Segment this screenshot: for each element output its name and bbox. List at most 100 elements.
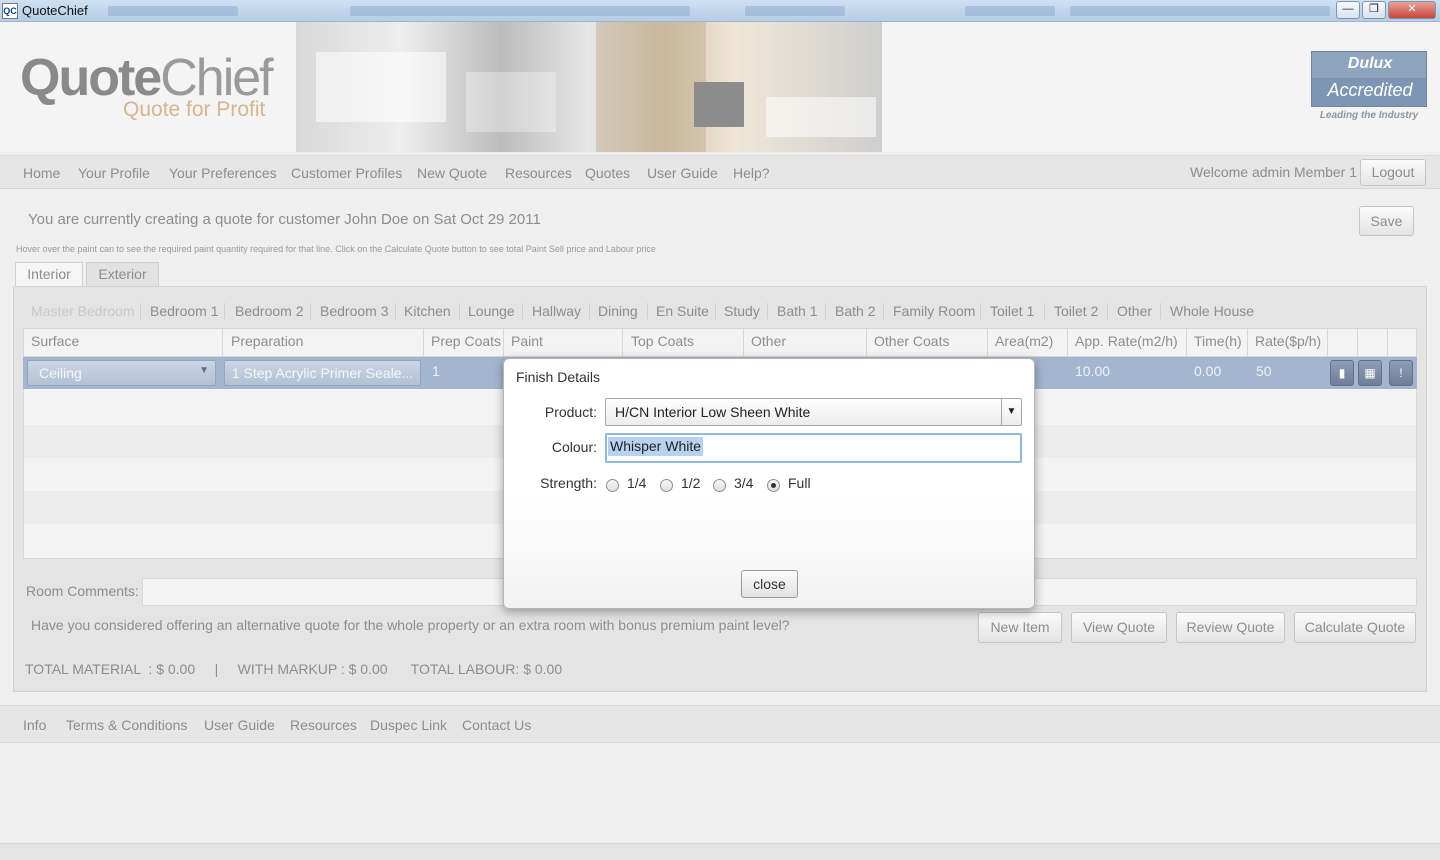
close-window-button[interactable]: ✕ xyxy=(1388,1,1436,19)
col-preparation[interactable]: Preparation xyxy=(231,333,303,349)
background-window-ghost xyxy=(350,6,690,16)
cell-rate: 50 xyxy=(1256,363,1272,379)
chevron-down-icon[interactable]: ▼ xyxy=(1001,399,1021,425)
strength-option-label: 3/4 xyxy=(734,475,754,491)
room-tab-family-room[interactable]: Family Room xyxy=(893,303,975,319)
room-tab-master-bedroom[interactable]: Master Bedroom xyxy=(31,303,134,319)
strength-option-label: Full xyxy=(788,475,811,491)
nav-user-guide[interactable]: User Guide xyxy=(647,165,718,181)
footer-duspec-link[interactable]: Duspec Link xyxy=(370,717,447,733)
room-tab-dining[interactable]: Dining xyxy=(598,303,638,319)
nav-home[interactable]: Home xyxy=(23,165,60,181)
dulux-accredited-badge: Dulux Accredited xyxy=(1311,51,1427,107)
paint-can-button[interactable]: ▮ xyxy=(1330,360,1354,386)
window-titlebar: QC QuoteChief — ❐ ✕ xyxy=(0,0,1440,22)
quote-info: You are currently creating a quote for c… xyxy=(28,211,541,228)
room-tab-bedroom-3[interactable]: Bedroom 3 xyxy=(320,303,388,319)
strength-label: Strength: xyxy=(540,475,597,491)
room-tab-whole-house[interactable]: Whole House xyxy=(1170,303,1254,319)
strength-radio-three-quarter[interactable] xyxy=(713,479,726,492)
footer-user-guide[interactable]: User Guide xyxy=(204,717,275,733)
tab-exterior[interactable]: Exterior xyxy=(86,262,159,286)
room-tab-study[interactable]: Study xyxy=(724,303,760,319)
background-window-ghost xyxy=(1070,6,1330,16)
room-tab-hallway[interactable]: Hallway xyxy=(532,303,581,319)
room-tab-kitchen[interactable]: Kitchen xyxy=(404,303,451,319)
nav-your-profile[interactable]: Your Profile xyxy=(78,165,150,181)
strength-radio-half[interactable] xyxy=(660,479,673,492)
nav-resources[interactable]: Resources xyxy=(505,165,572,181)
col-rate[interactable]: Rate($p/h) xyxy=(1255,333,1321,349)
room-tab-bath-1[interactable]: Bath 1 xyxy=(777,303,817,319)
strength-option-label: 1/4 xyxy=(627,475,647,491)
nav-help[interactable]: Help? xyxy=(733,165,770,181)
col-top-coats[interactable]: Top Coats xyxy=(631,333,694,349)
col-time[interactable]: Time(h) xyxy=(1194,333,1242,349)
restore-icon: ❐ xyxy=(1369,3,1379,15)
cell-app-rate: 10.00 xyxy=(1075,363,1111,379)
paint-can-icon: ▮ xyxy=(1338,366,1346,380)
room-tab-en-suite[interactable]: En Suite xyxy=(656,303,709,319)
logout-button[interactable]: Logout xyxy=(1360,159,1426,186)
strength-radio-quarter[interactable] xyxy=(606,479,619,492)
site-header: QuoteChief Quote for Profit Dulux Accred… xyxy=(0,22,1440,152)
footer-resources[interactable]: Resources xyxy=(290,717,357,733)
restore-button[interactable]: ❐ xyxy=(1362,1,1386,19)
tab-interior[interactable]: Interior xyxy=(15,262,83,286)
room-tab-other[interactable]: Other xyxy=(1117,303,1152,319)
col-prep-coats[interactable]: Prep Coats xyxy=(431,333,501,349)
footer-terms[interactable]: Terms & Conditions xyxy=(66,717,187,733)
review-quote-button[interactable]: Review Quote xyxy=(1176,612,1285,643)
col-other-coats[interactable]: Other Coats xyxy=(874,333,949,349)
nav-quotes[interactable]: Quotes xyxy=(585,165,630,181)
preparation-button[interactable]: 1 Step Acrylic Primer Seale... xyxy=(224,360,421,386)
background-window-ghost xyxy=(108,6,238,16)
save-button[interactable]: Save xyxy=(1359,206,1414,236)
col-area[interactable]: Area(m2) xyxy=(995,333,1053,349)
background-window-ghost xyxy=(965,6,1055,16)
dulux-tagline: Leading the Industry xyxy=(1319,110,1419,121)
view-quote-button[interactable]: View Quote xyxy=(1071,612,1167,643)
logo-tagline: Quote for Profit xyxy=(123,98,266,121)
strength-option-label: 1/2 xyxy=(681,475,701,491)
col-app-rate[interactable]: App. Rate(m2/h) xyxy=(1075,333,1178,349)
nav-your-preferences[interactable]: Your Preferences xyxy=(169,165,277,181)
calculate-quote-button[interactable]: Calculate Quote xyxy=(1294,612,1416,643)
colour-value-selected: Whisper White xyxy=(608,437,704,456)
delete-row-button[interactable]: ▦ xyxy=(1358,360,1382,386)
nav-customer-profiles[interactable]: Customer Profiles xyxy=(291,165,402,181)
minimize-button[interactable]: — xyxy=(1336,1,1360,19)
warning-button[interactable]: ! xyxy=(1389,360,1413,386)
room-tab-bedroom-2[interactable]: Bedroom 2 xyxy=(235,303,303,319)
room-tab-bedroom-1[interactable]: Bedroom 1 xyxy=(150,303,218,319)
product-select[interactable]: H/CN Interior Low Sheen White ▼ xyxy=(605,398,1022,426)
welcome-message: Welcome admin Member 1 xyxy=(1190,164,1358,180)
surface-select[interactable]: Ceiling ▼ xyxy=(27,360,216,386)
col-surface[interactable]: Surface xyxy=(31,333,79,349)
strength-radio-full[interactable] xyxy=(767,479,780,492)
col-other[interactable]: Other xyxy=(751,333,786,349)
nav-new-quote[interactable]: New Quote xyxy=(417,165,487,181)
product-label: Product: xyxy=(544,404,597,420)
app-icon: QC xyxy=(2,3,18,19)
room-tab-toilet-1[interactable]: Toilet 1 xyxy=(990,303,1034,319)
new-item-button[interactable]: New Item xyxy=(978,612,1062,643)
bottom-strip xyxy=(0,843,1440,860)
room-tab-bath-2[interactable]: Bath 2 xyxy=(835,303,875,319)
room-tab-lounge[interactable]: Lounge xyxy=(468,303,515,319)
room-tab-toilet-2[interactable]: Toilet 2 xyxy=(1054,303,1098,319)
footer-contact-us[interactable]: Contact Us xyxy=(462,717,531,733)
main-nav: Home Your Profile Your Preferences Custo… xyxy=(0,155,1440,189)
exclamation-icon: ! xyxy=(1399,366,1403,380)
chevron-down-icon: ▼ xyxy=(199,365,209,376)
colour-label: Colour: xyxy=(551,439,597,455)
close-icon: ✕ xyxy=(1407,3,1417,15)
room-comments-label: Room Comments: xyxy=(26,583,139,599)
minimize-icon: — xyxy=(1342,3,1354,15)
footer-nav: Info Terms & Conditions User Guide Resou… xyxy=(0,705,1440,743)
footer-info[interactable]: Info xyxy=(23,717,46,733)
col-paint[interactable]: Paint xyxy=(511,333,543,349)
cell-prep-coats: 1 xyxy=(432,363,440,379)
interior-banner-image xyxy=(296,22,882,152)
close-dialog-button[interactable]: close xyxy=(741,570,798,598)
